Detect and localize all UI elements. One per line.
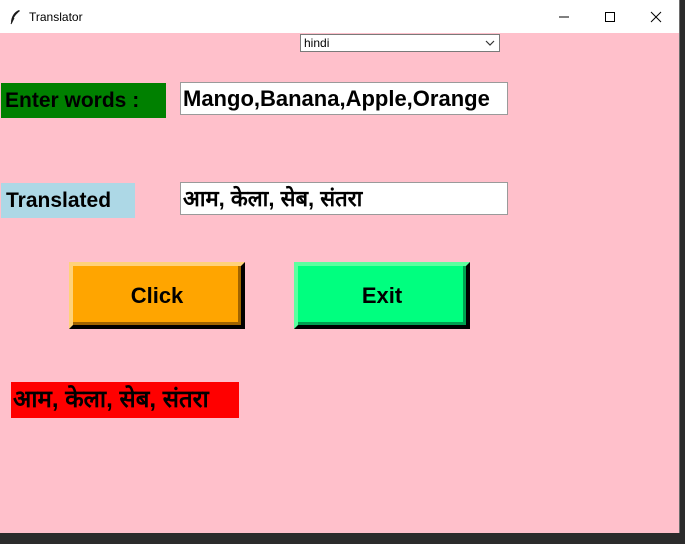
feather-icon (10, 10, 20, 25)
result-label: आम, केला, सेब, संतरा (11, 382, 239, 418)
maximize-icon (605, 11, 615, 22)
close-button[interactable] (633, 0, 679, 33)
exit-button[interactable]: Exit (294, 262, 470, 329)
enter-words-label: Enter words : (1, 83, 166, 118)
desktop-background (0, 533, 685, 544)
translated-label: Translated (1, 183, 135, 218)
translated-output-field[interactable]: आम, केला, सेब, संतरा (180, 182, 508, 215)
maximize-button[interactable] (587, 0, 633, 33)
title-bar[interactable]: Translator (0, 0, 679, 33)
words-input[interactable]: Mango,Banana,Apple,Orange (180, 82, 508, 115)
minimize-icon (559, 16, 569, 17)
click-button[interactable]: Click (69, 262, 245, 329)
language-select[interactable]: hindi (300, 34, 500, 52)
close-icon (650, 11, 662, 22)
chevron-down-icon (485, 40, 495, 46)
translator-window: Translator hindi Enter words : Mango,Ban… (0, 0, 680, 534)
minimize-button[interactable] (541, 0, 587, 33)
language-select-value: hindi (304, 36, 330, 50)
window-title: Translator (29, 10, 83, 24)
